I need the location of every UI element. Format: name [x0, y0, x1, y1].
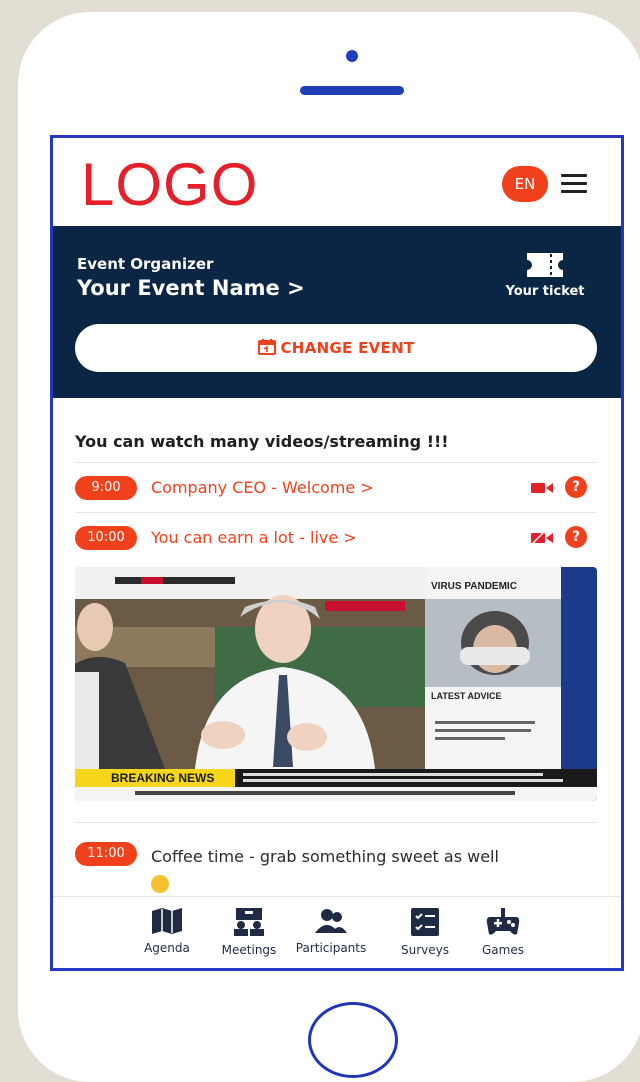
latest-advice-label: LATEST ADVICE: [431, 691, 502, 701]
nav-participants[interactable]: Participants: [291, 907, 371, 955]
ticket-button[interactable]: Your ticket: [493, 250, 597, 299]
smile-emoji-icon: [151, 874, 169, 893]
divider: [75, 822, 597, 823]
event-name-link[interactable]: Your Event Name >: [77, 276, 305, 300]
live-camera-icon[interactable]: [531, 532, 553, 544]
section-title: You can watch many videos/streaming !!!: [75, 432, 449, 451]
language-selector[interactable]: EN: [502, 166, 548, 202]
calendar-icon: [257, 338, 276, 355]
agenda-item[interactable]: 11:00 Coffee time - grab something sweet…: [75, 838, 597, 894]
event-organizer: Event Organizer: [77, 255, 214, 273]
people-icon: [315, 909, 347, 933]
help-icon[interactable]: ?: [565, 476, 587, 498]
change-event-label: CHANGE EVENT: [280, 339, 415, 357]
nav-label: Surveys: [401, 943, 449, 957]
nav-label: Games: [482, 943, 524, 957]
divider: [75, 462, 597, 463]
nav-agenda[interactable]: Agenda: [127, 907, 207, 955]
ticket-icon: [527, 253, 563, 277]
nav-games[interactable]: Games: [463, 907, 543, 957]
agenda-item[interactable]: 10:00 You can earn a lot - live > ?: [75, 522, 597, 554]
time-badge: 10:00: [75, 526, 137, 550]
agenda-content: You can watch many videos/streaming !!! …: [53, 398, 621, 896]
nav-label: Participants: [295, 941, 367, 955]
live-stream-video[interactable]: BREAKING NEWS VIRUS PANDEMIC LATEST ADVI…: [75, 567, 597, 801]
camera-dot: [346, 50, 358, 62]
bottom-navigation: Agenda Meetings Participants Surveys Gam…: [53, 896, 621, 968]
breaking-news-label: BREAKING NEWS: [111, 771, 215, 785]
top-bar: LOGO EN: [53, 138, 621, 226]
app-screen: LOGO EN Event Organizer Your Event Name …: [50, 135, 624, 971]
gamepad-icon: [486, 908, 520, 935]
change-event-button[interactable]: CHANGE EVENT: [75, 324, 597, 372]
time-badge: 11:00: [75, 842, 137, 866]
meeting-table-icon: [234, 908, 264, 936]
help-icon[interactable]: ?: [565, 526, 587, 548]
checklist-icon: [411, 908, 439, 936]
virus-pandemic-label: VIRUS PANDEMIC: [431, 581, 517, 592]
ticket-label: Your ticket: [505, 284, 585, 299]
event-header: Event Organizer Your Event Name > Your t…: [53, 226, 621, 398]
speaker-grille: [300, 86, 404, 95]
agenda-item-title: Coffee time - grab something sweet as we…: [151, 847, 499, 866]
nav-label: Meetings: [221, 943, 277, 957]
video-frame: [75, 567, 597, 801]
nav-meetings[interactable]: Meetings: [209, 907, 289, 957]
nav-label: Agenda: [144, 941, 190, 955]
nav-surveys[interactable]: Surveys: [385, 907, 465, 957]
app-logo[interactable]: LOGO: [81, 152, 258, 218]
divider: [75, 512, 597, 513]
hamburger-menu-icon[interactable]: [561, 174, 587, 194]
agenda-item-title[interactable]: You can earn a lot - live >: [151, 528, 357, 547]
video-camera-icon[interactable]: [531, 482, 553, 494]
home-button[interactable]: [308, 1002, 398, 1078]
agenda-item[interactable]: 9:00 Company CEO - Welcome > ?: [75, 472, 597, 504]
time-badge: 9:00: [75, 476, 137, 500]
agenda-item-title[interactable]: Company CEO - Welcome >: [151, 478, 374, 497]
book-map-icon: [152, 908, 182, 934]
